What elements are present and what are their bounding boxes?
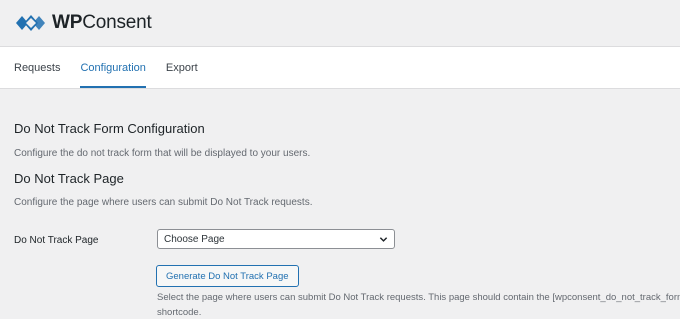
- form-config-title: Do Not Track Form Configuration: [14, 121, 205, 136]
- generate-page-button[interactable]: Generate Do Not Track Page: [156, 265, 299, 287]
- wpconsent-logo-icon: [16, 15, 45, 31]
- page-select[interactable]: Choose Page: [157, 229, 395, 249]
- dnt-page-field-label: Do Not Track Page: [14, 235, 99, 246]
- page-select-value: Choose Page: [164, 233, 225, 245]
- form-config-description: Configure the do not track form that wil…: [14, 148, 311, 159]
- brand-name: WPConsent: [52, 12, 152, 33]
- page-section-title: Do Not Track Page: [14, 171, 124, 186]
- page-section-description: Configure the page where users can submi…: [14, 197, 313, 208]
- help-text-line1: Select the page where users can submit D…: [157, 292, 680, 303]
- tab-requests[interactable]: Requests: [14, 47, 60, 88]
- app-header: WPConsent: [0, 0, 680, 47]
- tab-bar: Requests Configuration Export: [0, 47, 680, 89]
- help-text-line2: shortcode.: [157, 307, 202, 318]
- tab-export[interactable]: Export: [166, 47, 198, 88]
- chevron-down-icon: [379, 236, 388, 242]
- tab-configuration[interactable]: Configuration: [80, 47, 146, 88]
